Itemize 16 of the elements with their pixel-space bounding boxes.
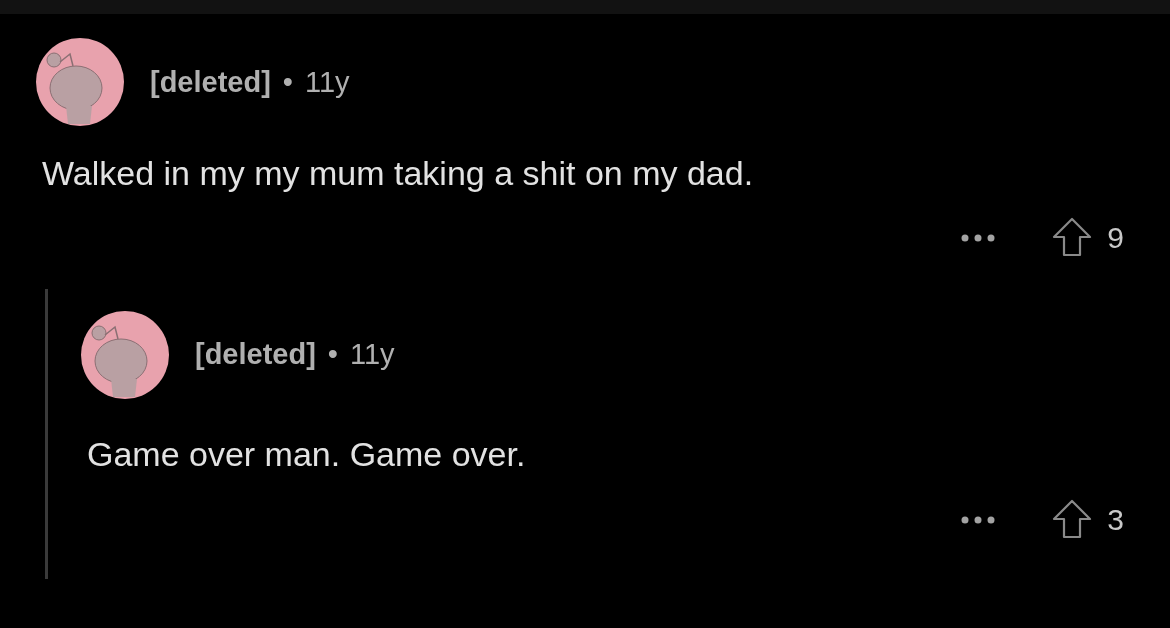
separator-dot: • <box>282 67 293 97</box>
comment-age: 11y <box>350 340 395 369</box>
username[interactable]: [deleted] <box>150 67 271 97</box>
more-options-icon[interactable] <box>961 233 996 242</box>
avatar-icon <box>36 38 124 126</box>
upvote-icon[interactable] <box>1051 216 1094 259</box>
more-options-icon[interactable] <box>961 516 996 524</box>
comment-age: 11y <box>305 67 350 97</box>
username[interactable]: [deleted] <box>195 340 316 369</box>
comment-text: Walked in my my mum taking a shit on my dad. <box>41 153 755 194</box>
separator-dot: • <box>327 340 338 369</box>
vote-count: 9 <box>1107 222 1124 253</box>
comment-text: Game over man. Game over. <box>86 433 527 475</box>
avatar-icon <box>81 310 169 399</box>
vote-count: 3 <box>1107 505 1124 535</box>
upvote-icon[interactable] <box>1051 499 1094 541</box>
